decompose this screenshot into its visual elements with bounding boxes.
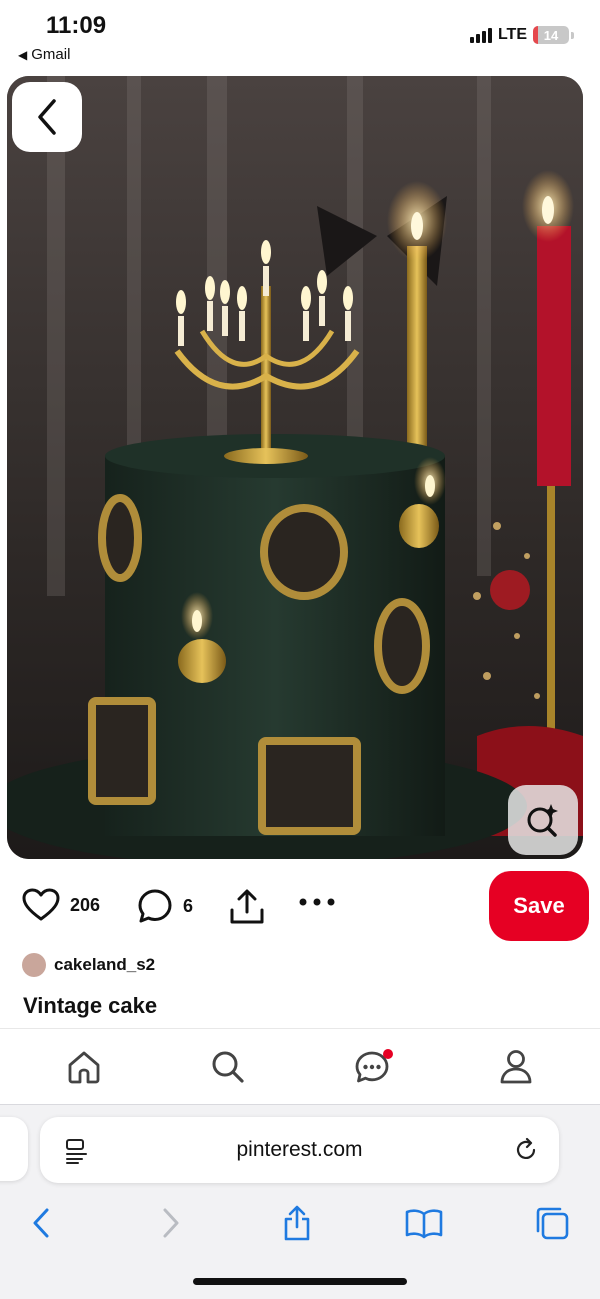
reload-icon[interactable] <box>513 1137 539 1163</box>
tabs-button[interactable] <box>530 1201 574 1245</box>
visual-search-button[interactable] <box>508 785 578 855</box>
pin-title: Vintage cake <box>23 993 158 1018</box>
home-indicator[interactable] <box>193 1278 407 1285</box>
battery-fill <box>533 26 539 44</box>
book-icon <box>405 1209 443 1239</box>
nav-home[interactable] <box>64 1047 104 1087</box>
back-button[interactable] <box>12 82 82 152</box>
tabs-icon <box>536 1207 569 1240</box>
chevron-left-icon <box>33 1208 49 1238</box>
url-text: pinterest.com <box>236 1138 363 1161</box>
status-indicators: LTE 14 <box>469 26 574 44</box>
nav-profile[interactable] <box>496 1047 536 1087</box>
status-bar: 11:09 ◀ Gmail LTE 14 <box>0 0 600 72</box>
previous-tab[interactable] <box>0 1117 28 1181</box>
bookmarks-button[interactable] <box>402 1201 446 1245</box>
comment-count: 6 <box>183 895 194 916</box>
creator-info[interactable]: cakeland_s2 <box>22 953 155 977</box>
back-to-app-link[interactable]: ◀ Gmail <box>18 46 70 63</box>
profile-icon <box>500 1050 532 1084</box>
more-icon <box>299 898 335 906</box>
battery-tip <box>571 31 574 39</box>
notification-badge <box>383 1049 393 1059</box>
pin-image[interactable] <box>7 76 583 859</box>
chevron-left-icon <box>38 99 56 135</box>
comment-button[interactable]: 6 <box>137 888 193 924</box>
status-time: 11:09 <box>46 12 107 39</box>
address-bar[interactable]: pinterest.com <box>40 1117 559 1183</box>
messages-icon <box>355 1049 393 1083</box>
battery-icon: 14 <box>533 26 569 44</box>
creator-avatar <box>22 953 46 977</box>
browser-share-button[interactable] <box>275 1201 319 1245</box>
more-button[interactable] <box>298 896 336 908</box>
browser-forward-button[interactable] <box>149 1201 193 1245</box>
comment-icon <box>138 889 172 923</box>
search-icon <box>212 1051 244 1083</box>
share-icon <box>284 1205 310 1241</box>
cake-illustration <box>7 76 583 859</box>
like-count: 206 <box>70 894 101 915</box>
like-button[interactable]: 206 <box>22 888 100 922</box>
back-app-label: Gmail <box>31 46 71 63</box>
bottom-nav <box>0 1028 600 1104</box>
back-triangle-icon: ◀ <box>18 47 28 62</box>
share-button[interactable] <box>228 888 266 926</box>
pinterest-pin-screen: 11:09 ◀ Gmail LTE 14 206 6 Save cakeland… <box>0 0 600 1299</box>
browser-toolbar: pinterest.com <box>0 1104 600 1299</box>
heart-icon <box>22 888 60 921</box>
nav-search[interactable] <box>208 1047 248 1087</box>
lens-search-icon <box>527 804 558 837</box>
nav-messages[interactable] <box>354 1047 394 1087</box>
save-button[interactable]: Save <box>489 871 589 941</box>
creator-name: cakeland_s2 <box>54 955 156 974</box>
share-icon <box>230 889 264 924</box>
battery-level: 14 <box>543 27 559 43</box>
browser-back-button[interactable] <box>19 1201 63 1245</box>
network-type: LTE <box>497 26 527 43</box>
signal-icon <box>469 27 492 43</box>
home-icon <box>68 1051 100 1084</box>
chevron-right-icon <box>163 1208 179 1238</box>
